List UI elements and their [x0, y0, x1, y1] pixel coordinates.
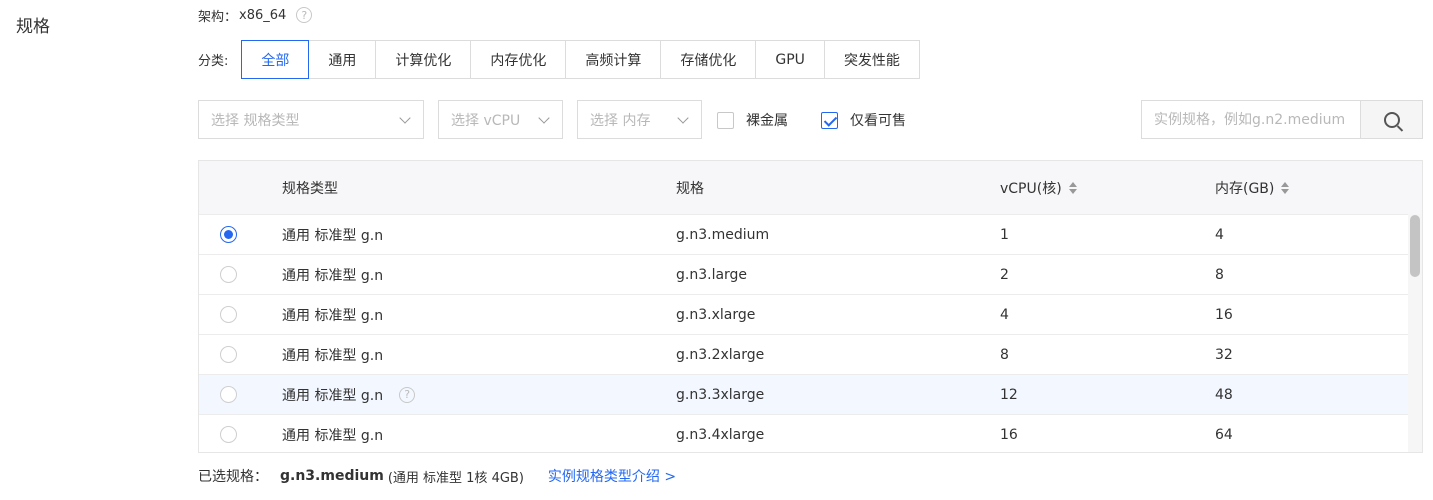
tab-storage-optimized[interactable]: 存储优化	[660, 40, 757, 79]
cell-vcpu: 2	[1000, 266, 1009, 283]
radio-button[interactable]	[220, 386, 237, 403]
header-spec: 规格	[676, 180, 704, 197]
memory-placeholder: 选择 内存	[590, 112, 651, 129]
header-vcpu-label: vCPU(核)	[1000, 180, 1062, 197]
cell-memory: 16	[1215, 306, 1233, 323]
memory-select[interactable]: 选择 内存	[577, 100, 702, 139]
table-row[interactable]: 通用 标准型 g.n g.n3.large 2 8	[199, 254, 1422, 294]
table-row[interactable]: 通用 标准型 g.n ? g.n3.3xlarge 12 48	[199, 374, 1422, 414]
cell-spec-type-text: 通用 标准型 g.n	[282, 387, 384, 404]
cell-vcpu: 1	[1000, 226, 1009, 243]
search-input[interactable]	[1141, 100, 1361, 139]
spec-type-select[interactable]: 选择 规格类型	[198, 100, 424, 139]
category-tabs: 全部 通用 计算优化 内存优化 高频计算 存储优化 GPU 突发性能	[241, 40, 920, 79]
tab-all[interactable]: 全部	[241, 40, 310, 79]
selected-summary: 已选规格： g.n3.medium (通用 标准型 1核 4GB) 实例规格类型…	[198, 466, 676, 486]
tab-compute-optimized[interactable]: 计算优化	[375, 40, 472, 79]
selected-label: 已选规格：	[198, 469, 268, 485]
cell-vcpu: 12	[1000, 386, 1018, 403]
search-button[interactable]	[1360, 100, 1423, 139]
cell-spec-type: 通用 标准型 g.n	[282, 347, 384, 364]
cell-spec: g.n3.large	[676, 266, 748, 283]
radio-button[interactable]	[220, 346, 237, 363]
cell-spec-type: 通用 标准型 g.n	[282, 427, 384, 444]
help-icon[interactable]: ?	[399, 386, 416, 403]
chevron-down-icon	[538, 112, 550, 124]
checkbox-box[interactable]	[717, 111, 734, 129]
tab-gpu[interactable]: GPU	[755, 40, 825, 79]
cell-memory: 48	[1215, 386, 1233, 403]
architecture-value: x86_64	[239, 7, 287, 23]
tab-memory-optimized[interactable]: 内存优化	[470, 40, 567, 79]
category-label: 分类:	[198, 54, 229, 69]
header-memory[interactable]: 内存(GB)	[1215, 178, 1290, 198]
tab-burstable[interactable]: 突发性能	[823, 40, 920, 79]
table-scrollbar[interactable]	[1408, 214, 1422, 452]
bare-metal-checkbox[interactable]: 裸金属	[717, 110, 788, 130]
sort-icon[interactable]	[1281, 181, 1290, 194]
cell-spec-type: 通用 标准型 g.n	[282, 307, 384, 324]
table-row[interactable]: 通用 标准型 g.n g.n3.medium 1 4	[199, 214, 1422, 254]
table-row[interactable]: 通用 标准型 g.n g.n3.2xlarge 8 32	[199, 334, 1422, 374]
cell-vcpu: 4	[1000, 306, 1009, 323]
spec-table: 规格类型 规格 vCPU(核) 内存(GB) 通用 标准型 g.n g.n3.m…	[198, 160, 1423, 453]
tab-high-frequency[interactable]: 高频计算	[565, 40, 662, 79]
only-available-checkbox[interactable]: 仅看可售	[821, 110, 906, 130]
architecture-row: 架构： x86_64 ?	[198, 5, 313, 25]
cell-spec-type: 通用 标准型 g.n	[282, 267, 384, 284]
filter-row: 选择 规格类型 选择 vCPU 选择 内存 裸金属 仅看可售	[198, 100, 1423, 139]
cell-spec: g.n3.medium	[676, 226, 770, 243]
bare-metal-label: 裸金属	[746, 113, 788, 129]
header-vcpu[interactable]: vCPU(核)	[1000, 178, 1077, 198]
chevron-down-icon	[399, 112, 411, 124]
spec-type-intro-link[interactable]: 实例规格类型介绍 >	[548, 466, 676, 486]
cell-spec: g.n3.3xlarge	[676, 386, 765, 403]
cell-vcpu: 16	[1000, 426, 1018, 443]
selected-desc: (通用 标准型 1核 4GB)	[387, 470, 524, 486]
help-icon[interactable]: ?	[296, 7, 313, 23]
cell-vcpu: 8	[1000, 346, 1009, 363]
cell-memory: 4	[1215, 226, 1224, 243]
spec-type-placeholder: 选择 规格类型	[211, 112, 300, 129]
header-memory-label: 内存(GB)	[1215, 180, 1275, 197]
cell-memory: 32	[1215, 346, 1233, 363]
category-row: 分类: 全部 通用 计算优化 内存优化 高频计算 存储优化 GPU 突发性能	[198, 40, 920, 79]
vcpu-placeholder: 选择 vCPU	[451, 112, 521, 129]
cell-spec-type: 通用 标准型 g.n	[282, 227, 384, 244]
tab-general[interactable]: 通用	[308, 40, 377, 79]
cell-memory: 64	[1215, 426, 1233, 443]
radio-button[interactable]	[220, 266, 237, 283]
only-available-label: 仅看可售	[850, 113, 906, 129]
cell-spec: g.n3.2xlarge	[676, 346, 765, 363]
chevron-down-icon	[677, 112, 689, 124]
header-spec-type: 规格类型	[282, 180, 338, 197]
sort-icon[interactable]	[1068, 181, 1077, 194]
checkbox-box-checked[interactable]	[821, 111, 838, 129]
scrollbar-thumb[interactable]	[1410, 215, 1420, 277]
cell-spec: g.n3.4xlarge	[676, 426, 765, 443]
search-icon	[1383, 111, 1400, 128]
cell-spec: g.n3.xlarge	[676, 306, 756, 323]
section-label: 规格	[16, 17, 50, 37]
table-row[interactable]: 通用 标准型 g.n g.n3.4xlarge 16 64	[199, 414, 1422, 452]
cell-memory: 8	[1215, 266, 1224, 283]
radio-button-selected[interactable]	[220, 226, 237, 243]
table-row[interactable]: 通用 标准型 g.n g.n3.xlarge 4 16	[199, 294, 1422, 334]
radio-button[interactable]	[220, 426, 237, 443]
radio-button[interactable]	[220, 306, 237, 323]
architecture-label: 架构：	[198, 9, 238, 25]
cell-spec-type: 通用 标准型 g.n ?	[282, 385, 416, 405]
selected-spec: g.n3.medium	[280, 468, 384, 484]
vcpu-select[interactable]: 选择 vCPU	[438, 100, 563, 139]
table-header: 规格类型 规格 vCPU(核) 内存(GB)	[199, 161, 1422, 214]
